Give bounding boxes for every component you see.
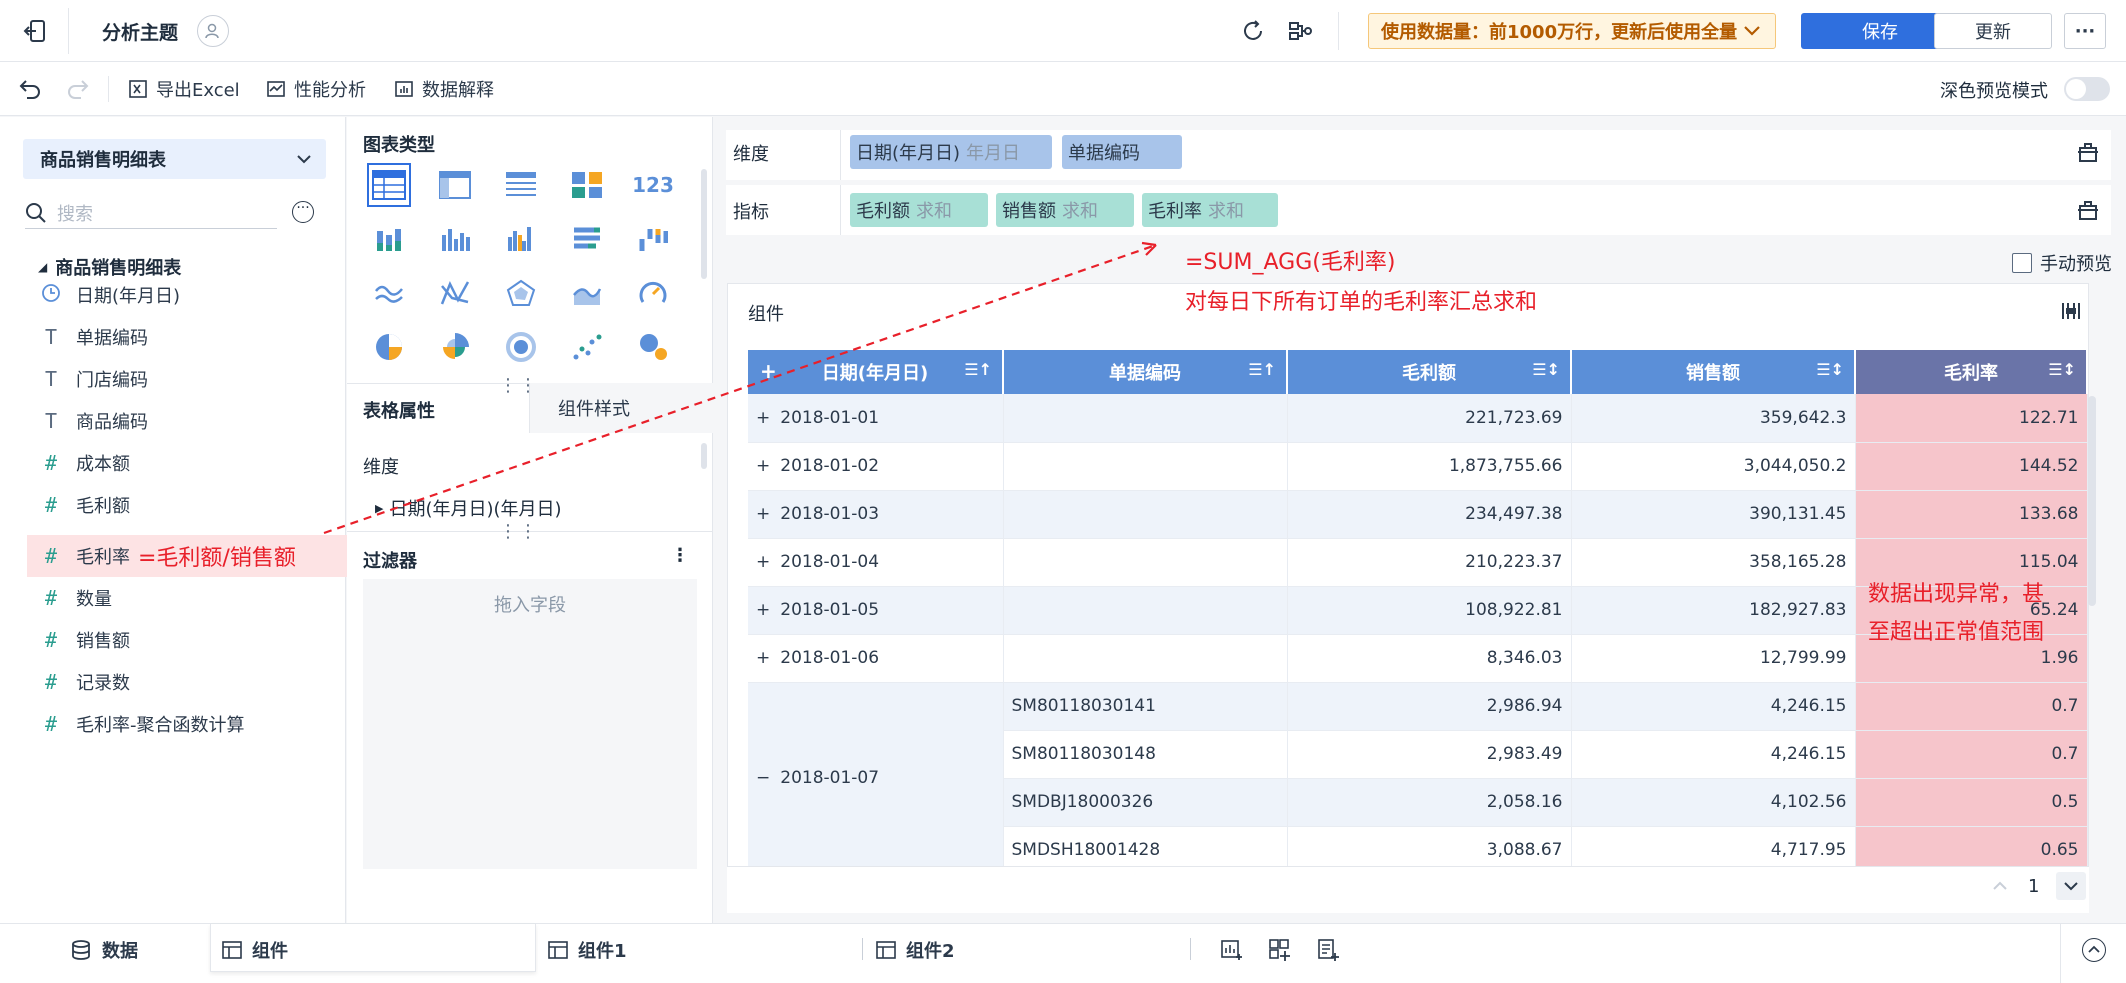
component-tab[interactable]: 组件2 [876,924,955,976]
divider [1190,938,1191,960]
add-story-icon[interactable] [1316,938,1340,967]
anomaly-annotation: 数据出现异常，甚 至超出正常值范围 [1868,576,2044,652]
data-tab[interactable]: 数据 [70,924,138,976]
collapse-panel-icon[interactable] [2082,938,2106,962]
data-tab-label: 数据 [102,941,138,962]
anomaly-line-2: 至超出正常值范围 [1868,620,2045,645]
annotation-arrow [323,241,1157,535]
component-tab[interactable]: 组件1 [548,924,627,976]
bottom-tab-bar: 数据 组件 组件1 组件2 [0,923,2126,983]
tab-label: 组件1 [578,941,627,962]
formula-description: 对每日下所有订单的毛利率汇总求和 [1185,290,1538,315]
divider [862,938,863,960]
table-icon [222,941,242,959]
table-icon [876,941,896,959]
tab-label: 组件 [252,941,288,962]
table-icon [548,941,568,959]
anomaly-line-1: 数据出现异常，甚 [1868,582,2045,607]
component-tab-active[interactable]: 组件 [222,924,288,976]
add-dashboard-icon[interactable] [1268,938,1292,967]
add-component-icon[interactable] [1220,938,1244,967]
database-icon [72,940,90,960]
divider [2060,924,2061,983]
formula-annotation: =SUM_AGG(毛利率) [1185,250,1396,275]
tab-label: 组件2 [906,941,955,962]
